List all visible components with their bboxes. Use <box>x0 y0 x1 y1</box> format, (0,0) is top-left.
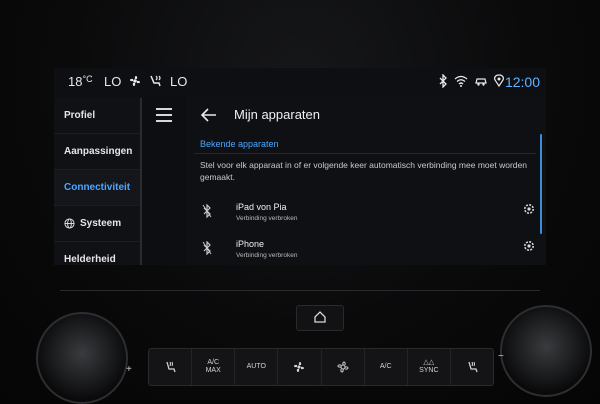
minus-label: − <box>498 351 504 362</box>
home-icon <box>314 311 326 323</box>
heated-seat-left-button[interactable] <box>149 349 193 385</box>
device-row[interactable]: iPad von Pia Verbinding verbroken <box>186 198 538 234</box>
clock: 12:00 <box>504 74 540 90</box>
sidebar-item-systeem[interactable]: Systeem <box>54 206 140 242</box>
ac-label: A/C <box>379 363 392 370</box>
location-icon <box>494 74 504 88</box>
sidebar-item-label: Systeem <box>80 218 122 229</box>
sync-button[interactable]: △△ SYNC <box>408 349 451 385</box>
home-button[interactable] <box>296 305 344 331</box>
sidebar-item-label: Profiel <box>64 110 96 121</box>
fan-speed-button[interactable] <box>322 349 365 385</box>
plus-label: + <box>126 364 132 375</box>
fan-icon[interactable] <box>128 74 142 88</box>
device-name: iPad von Pia <box>236 202 287 212</box>
divider <box>194 153 536 154</box>
sync-label: SYNC <box>419 367 439 374</box>
device-status: Verbinding verbroken <box>236 215 298 222</box>
wifi-icon <box>454 75 468 87</box>
ac-max-button[interactable]: A/C MAX <box>192 349 236 385</box>
my-devices-panel: Mijn apparaten Bekende apparaten Stel vo… <box>186 98 546 265</box>
temperature-unit: °C <box>82 74 93 84</box>
scrollbar[interactable] <box>540 134 542 234</box>
heated-seat-right-button[interactable] <box>451 349 493 385</box>
console-edge <box>60 290 540 305</box>
device-status: Verbinding verbroken <box>236 252 298 259</box>
sidebar-item-helderheid[interactable]: Helderheid <box>54 242 140 265</box>
fan-right-level[interactable]: LO <box>170 74 187 89</box>
hamburger-menu-icon[interactable] <box>156 108 172 126</box>
fan-button[interactable] <box>278 349 322 385</box>
bluetooth-icon <box>439 74 447 88</box>
settings-sidebar: Profiel Aanpassingen Connectiviteit Syst… <box>54 98 140 265</box>
auto-button[interactable]: AUTO <box>235 349 279 385</box>
bluetooth-disconnected-icon <box>202 241 212 255</box>
infotainment-screen: 18°C LO LO 12:00 Profiel Aanpassingen Co… <box>54 68 546 265</box>
fan-left-level[interactable]: LO <box>104 74 121 89</box>
temperature-value: 18 <box>68 74 83 89</box>
seat-airflow-icon[interactable] <box>148 74 164 88</box>
temperature-readout[interactable]: 18°C <box>68 74 93 89</box>
heated-seat-icon <box>468 361 478 373</box>
bluetooth-disconnected-icon <box>202 204 212 218</box>
gear-icon[interactable] <box>523 203 535 215</box>
sidebar-item-connectiviteit[interactable]: Connectiviteit <box>54 170 140 206</box>
ac-button[interactable]: A/C <box>365 349 408 385</box>
device-name: iPhone <box>236 239 265 249</box>
climate-button-strip: A/C MAX AUTO A/C △△ SYNC <box>148 348 494 386</box>
sidebar-item-label: Aanpassingen <box>64 146 133 157</box>
sync-people-icon: △△ <box>423 359 435 366</box>
sidebar-item-label: Connectiviteit <box>64 182 131 193</box>
globe-icon <box>64 218 75 229</box>
fan-speed-icon <box>337 361 349 373</box>
volume-knob[interactable] <box>36 312 128 404</box>
back-arrow-icon[interactable] <box>200 106 218 124</box>
connected-car-icon <box>475 78 487 86</box>
sidebar-item-label: Helderheid <box>64 254 116 265</box>
gear-icon[interactable] <box>523 240 535 252</box>
page-title: Mijn apparaten <box>234 107 320 122</box>
sidebar-item-profiel[interactable]: Profiel <box>54 98 140 134</box>
ac-max-label: A/C MAX <box>205 359 221 374</box>
auto-label: AUTO <box>246 363 266 370</box>
device-row[interactable]: iPhone Verbinding verbroken <box>186 235 538 265</box>
sidebar-item-aanpassingen[interactable]: Aanpassingen <box>54 134 140 170</box>
section-heading: Bekende apparaten <box>200 139 279 149</box>
fan-icon <box>294 362 305 372</box>
section-description: Stel voor elk apparaat in of er volgende… <box>200 160 527 182</box>
menu-column <box>142 98 186 265</box>
temperature-knob[interactable] <box>500 305 592 397</box>
heated-seat-icon <box>166 361 176 373</box>
status-bar: 18°C LO LO 12:00 <box>54 68 546 98</box>
